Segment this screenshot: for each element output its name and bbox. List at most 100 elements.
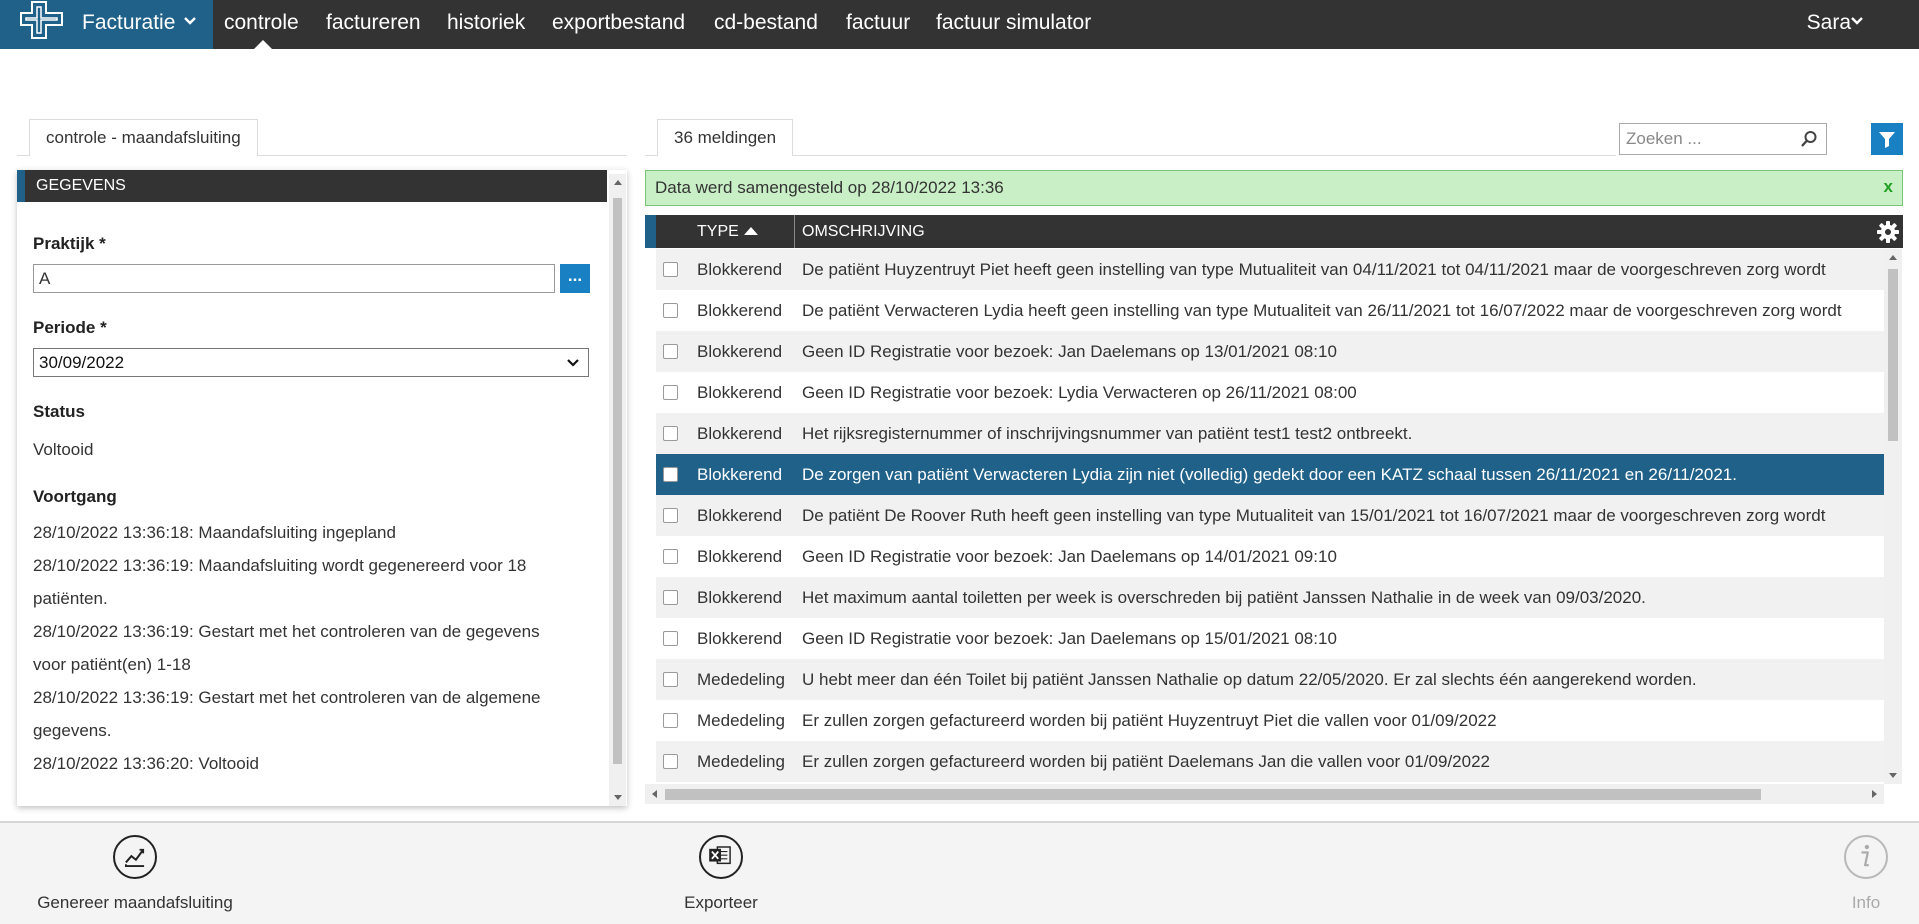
- column-header-type[interactable]: TYPE: [697, 215, 739, 248]
- nav-factureren[interactable]: factureren: [326, 0, 421, 45]
- praktijk-lookup-button[interactable]: ...: [560, 264, 590, 293]
- row-description-cell: De patiënt De Roover Ruth heeft geen ins…: [802, 506, 1826, 525]
- table-row[interactable]: Mededeling Er zullen zorgen gefactureerd …: [656, 700, 1884, 741]
- scroll-down-icon[interactable]: [614, 795, 622, 800]
- app-brand-menu[interactable]: Facturatie: [0, 0, 213, 49]
- row-type-cell: Blokkerend: [697, 629, 783, 648]
- table-row[interactable]: Mededeling U hebt meer dan één Toilet bij…: [656, 659, 1884, 700]
- scroll-down-icon[interactable]: [1889, 773, 1897, 778]
- praktijk-field[interactable]: A: [33, 264, 555, 293]
- row-type-cell: Mededeling: [697, 752, 785, 771]
- row-checkbox[interactable]: [663, 344, 678, 359]
- action-label: Genereer maandafsluiting: [37, 893, 233, 912]
- chart-icon: [125, 848, 145, 867]
- chevron-down-icon[interactable]: [1850, 16, 1864, 26]
- scrollbar-thumb[interactable]: [665, 789, 1761, 800]
- row-checkbox[interactable]: [663, 385, 678, 400]
- row-checkbox[interactable]: [663, 631, 678, 646]
- table-row[interactable]: Blokkerend De patiënt Verwacteren Lydia h…: [656, 290, 1884, 331]
- row-type-cell: Blokkerend: [697, 506, 783, 525]
- nav-factuur[interactable]: factuur: [846, 0, 910, 45]
- periode-value: 30/09/2022: [39, 353, 125, 372]
- row-checkbox[interactable]: [663, 262, 678, 277]
- nav-controle[interactable]: controle: [224, 0, 299, 45]
- column-divider[interactable]: [794, 215, 795, 248]
- table-row[interactable]: Mededeling Er zullen zorgen gefactureerd …: [656, 741, 1884, 782]
- section-header-gegevens: GEGEVENS: [17, 170, 607, 202]
- info-button[interactable]: Info: [1841, 835, 1891, 913]
- table-row[interactable]: Blokkerend De patiënt Huyzentruyt Piet he…: [656, 249, 1884, 290]
- nav-cd-bestand[interactable]: cd-bestand: [714, 0, 818, 45]
- gear-icon[interactable]: [1876, 220, 1900, 244]
- progress-line: 28/10/2022 13:36:19: Gestart met het con…: [33, 688, 541, 707]
- table-row[interactable]: Blokkerend Geen ID Registratie voor bezoe…: [656, 372, 1884, 413]
- row-checkbox[interactable]: [663, 713, 678, 728]
- messages-table-body: Blokkerend De patiënt Huyzentruyt Piet he…: [656, 249, 1884, 784]
- tab-controle-maandafsluiting[interactable]: controle - maandafsluiting: [29, 119, 258, 156]
- periode-label: Periode *: [33, 318, 107, 337]
- scrollbar-thumb[interactable]: [1888, 269, 1898, 441]
- row-checkbox[interactable]: [663, 467, 678, 482]
- action-icon-circle: [699, 835, 743, 879]
- status-value: Voltooid: [33, 440, 94, 459]
- logo-icon: [20, 1, 63, 39]
- genereer-maandafsluiting-button[interactable]: Genereer maandafsluiting: [33, 835, 237, 913]
- voortgang-label: Voortgang: [33, 487, 117, 506]
- row-description-cell: Er zullen zorgen gefactureerd worden bij…: [802, 711, 1497, 730]
- row-description-cell: Het maximum aantal toiletten per week is…: [802, 588, 1646, 607]
- table-row[interactable]: Blokkerend De patiënt De Roover Ruth heef…: [656, 495, 1884, 536]
- nav-exportbestand[interactable]: exportbestand: [552, 0, 685, 45]
- scroll-left-icon[interactable]: [652, 790, 657, 798]
- search-input[interactable]: [1620, 124, 1796, 154]
- nav-factuur-simulator[interactable]: factuur simulator: [936, 0, 1091, 45]
- periode-select[interactable]: 30/09/2022: [33, 348, 589, 377]
- row-type-cell: Blokkerend: [697, 260, 783, 279]
- row-description-cell: De patiënt Huyzentruyt Piet heeft geen i…: [802, 260, 1826, 279]
- row-checkbox[interactable]: [663, 549, 678, 564]
- tab-meldingen[interactable]: 36 meldingen: [657, 119, 794, 156]
- column-header-omschrijving[interactable]: OMSCHRIJVING: [802, 215, 925, 248]
- table-horizontal-scrollbar[interactable]: [645, 784, 1884, 804]
- row-type-cell: Blokkerend: [697, 588, 783, 607]
- banner-close-button[interactable]: x: [1884, 171, 1893, 203]
- status-label: Status: [33, 402, 85, 421]
- table-row[interactable]: Blokkerend Geen ID Registratie voor bezoe…: [656, 618, 1884, 659]
- row-checkbox[interactable]: [663, 303, 678, 318]
- row-checkbox[interactable]: [663, 754, 678, 769]
- action-label: Info: [1851, 893, 1881, 912]
- sort-ascending-icon[interactable]: [744, 227, 758, 235]
- progress-line: 28/10/2022 13:36:20: Voltooid: [33, 754, 259, 773]
- info-icon: [1861, 844, 1870, 867]
- table-vertical-scrollbar[interactable]: [1884, 249, 1902, 784]
- row-description-cell: Het rijksregisternummer of inschrijvings…: [802, 424, 1413, 443]
- nav-historiek[interactable]: historiek: [447, 0, 525, 45]
- row-checkbox[interactable]: [663, 426, 678, 441]
- praktijk-label: Praktijk *: [33, 234, 106, 253]
- left-panel-scrollbar[interactable]: [609, 174, 626, 806]
- exporteer-button[interactable]: Exporteer: [670, 835, 772, 913]
- scroll-up-icon[interactable]: [1889, 255, 1897, 260]
- scrollbar-thumb[interactable]: [613, 198, 622, 764]
- info-banner: Data werd samengesteld op 28/10/2022 13:…: [645, 170, 1903, 206]
- row-type-cell: Mededeling: [697, 711, 785, 730]
- table-row[interactable]: Blokkerend Geen ID Registratie voor bezoe…: [656, 331, 1884, 372]
- filter-button[interactable]: [1871, 123, 1903, 155]
- table-header: TYPE OMSCHRIJVING: [645, 215, 1903, 248]
- action-label: Exporteer: [684, 893, 758, 912]
- row-description-cell: De patiënt Verwacteren Lydia heeft geen …: [802, 301, 1842, 320]
- row-checkbox[interactable]: [663, 590, 678, 605]
- user-menu[interactable]: Sara: [1807, 0, 1851, 45]
- search-icon[interactable]: [1800, 130, 1818, 148]
- row-checkbox[interactable]: [663, 672, 678, 687]
- scroll-up-icon[interactable]: [614, 180, 622, 185]
- table-row[interactable]: Blokkerend Het maximum aantal toiletten p…: [656, 577, 1884, 618]
- scroll-right-icon[interactable]: [1872, 790, 1877, 798]
- row-description-cell: Er zullen zorgen gefactureerd worden bij…: [802, 752, 1490, 771]
- progress-line: 28/10/2022 13:36:19: Maandafsluiting wor…: [33, 556, 527, 575]
- table-row[interactable]: Blokkerend De zorgen van patiënt Verwacte…: [656, 454, 1884, 495]
- table-row[interactable]: Blokkerend Het rijksregisternummer of ins…: [656, 413, 1884, 454]
- row-checkbox[interactable]: [663, 508, 678, 523]
- row-description-cell: Geen ID Registratie voor bezoek: Jan Dae…: [802, 342, 1337, 361]
- row-type-cell: Blokkerend: [697, 465, 783, 484]
- table-row[interactable]: Blokkerend Geen ID Registratie voor bezoe…: [656, 536, 1884, 577]
